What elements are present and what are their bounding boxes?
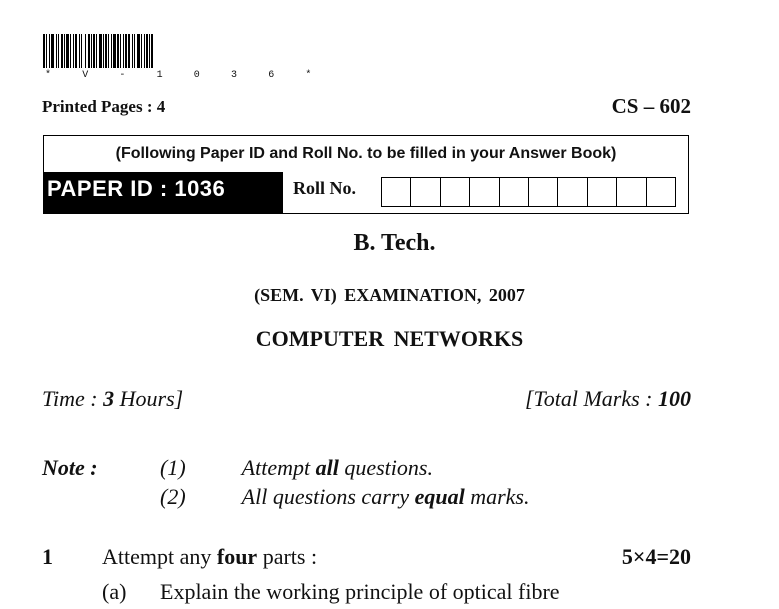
roll-no-box[interactable]: [645, 177, 676, 207]
barcode-text: * V - 1 0 3 6 *: [45, 70, 325, 81]
paper-id: PAPER ID : 1036: [43, 172, 283, 214]
barcode: [43, 34, 153, 68]
roll-no-box[interactable]: [557, 177, 588, 207]
id-box-instruction: (Following Paper ID and Roll No. to be f…: [115, 145, 617, 162]
total-marks: [Total Marks : 100: [524, 386, 691, 411]
roll-no-box[interactable]: [469, 177, 500, 207]
part-text: Explain the working principle of optical…: [160, 579, 560, 604]
question-instruction: Attempt any four parts :: [102, 544, 318, 569]
question-number: 1: [42, 544, 53, 569]
roll-no-label: Roll No.: [293, 178, 356, 198]
paper-code: CS – 602: [611, 94, 691, 118]
roll-no-box[interactable]: [527, 177, 559, 207]
time-duration: Time : 3 Hours]: [42, 386, 184, 411]
roll-no-box[interactable]: [498, 177, 529, 207]
roll-no-box[interactable]: [616, 177, 647, 207]
note-item: (2) All questions carry equal marks.: [160, 484, 530, 509]
roll-no-boxes[interactable]: [381, 177, 676, 207]
roll-no-box[interactable]: [381, 177, 412, 207]
degree-title: B. Tech.: [353, 230, 436, 256]
question-marks: 5×4=20: [621, 544, 691, 569]
subject-title: COMPUTER NETWORKS: [255, 326, 524, 351]
exam-session: (SEM. VI) EXAMINATION, 2007: [254, 285, 525, 305]
roll-no-box[interactable]: [439, 177, 471, 207]
barcode-bar: [151, 34, 153, 68]
part-label: (a): [102, 579, 127, 604]
note-item: (1) Attempt all questions.: [160, 455, 433, 480]
note-label: Note :: [42, 455, 98, 480]
roll-no-box[interactable]: [586, 177, 618, 207]
printed-pages: Printed Pages : 4: [42, 97, 166, 116]
roll-no-box[interactable]: [410, 177, 441, 207]
